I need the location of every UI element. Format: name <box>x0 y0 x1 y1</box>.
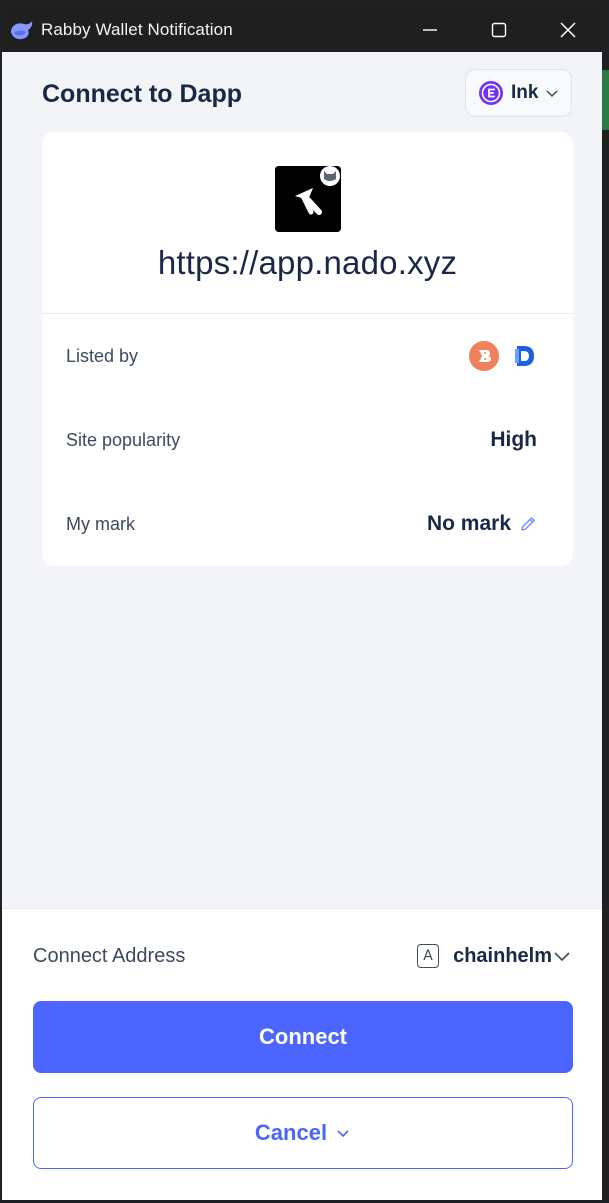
listing-source-1-icon[interactable] <box>469 341 499 371</box>
cancel-button[interactable]: Cancel <box>33 1097 573 1169</box>
connect-address-row: Connect Address A chainhelm <box>33 939 572 973</box>
listed-by-label: Listed by <box>66 345 139 366</box>
site-popularity-label: Site popularity <box>66 429 181 450</box>
close-icon <box>559 22 576 38</box>
site-popularity-row: Site popularity High <box>66 420 537 460</box>
my-mark-row: My mark No mark <box>66 504 537 544</box>
address-selector[interactable]: A chainhelm <box>417 944 572 968</box>
chain-name: Ink <box>511 82 539 103</box>
listing-source-2-icon[interactable] <box>513 343 537 369</box>
chevron-down-icon <box>337 1130 349 1138</box>
connect-button[interactable]: Connect <box>33 1001 573 1073</box>
minimize-button[interactable] <box>395 8 464 52</box>
page-header: Connect to Dapp Ink <box>2 52 602 132</box>
maximize-icon <box>491 22 506 38</box>
close-button[interactable] <box>533 8 602 52</box>
address-name: chainhelm <box>453 944 552 967</box>
chevron-down-icon <box>546 90 558 98</box>
nado-logo-icon <box>275 166 341 232</box>
my-mark-label: My mark <box>66 513 135 534</box>
connect-address-label: Connect Address <box>33 944 186 967</box>
footer-panel: Connect Address A chainhelm Connect Canc… <box>2 908 602 1200</box>
listed-by-row: Listed by <box>66 336 537 376</box>
dapp-url: https://app.nado.xyz <box>157 244 458 281</box>
chain-selector[interactable]: Ink <box>465 69 572 117</box>
page-title: Connect to Dapp <box>42 80 242 108</box>
rabby-logo-icon <box>11 21 33 40</box>
dapp-info-card: https://app.nado.xyz Listed by Site popu… <box>42 132 573 566</box>
address-avatar-icon: A <box>417 944 440 968</box>
chevron-down-icon <box>554 952 570 962</box>
pencil-edit-icon[interactable] <box>519 515 537 533</box>
card-divider <box>42 313 573 314</box>
cancel-label: Cancel <box>254 1120 328 1145</box>
title-bar: Rabby Wallet Notification <box>2 8 602 52</box>
my-mark-value-group[interactable]: No mark <box>427 512 537 536</box>
my-mark-value: No mark <box>426 512 511 535</box>
notification-window: Rabby Wallet Notification Connect to Dap… <box>2 8 602 1200</box>
site-popularity-value: High <box>490 428 537 451</box>
window-title: Rabby Wallet Notification <box>41 20 233 39</box>
background-window-edge <box>602 70 609 130</box>
maximize-button[interactable] <box>464 8 533 52</box>
minimize-icon <box>422 29 437 31</box>
ink-chain-icon <box>479 81 503 105</box>
